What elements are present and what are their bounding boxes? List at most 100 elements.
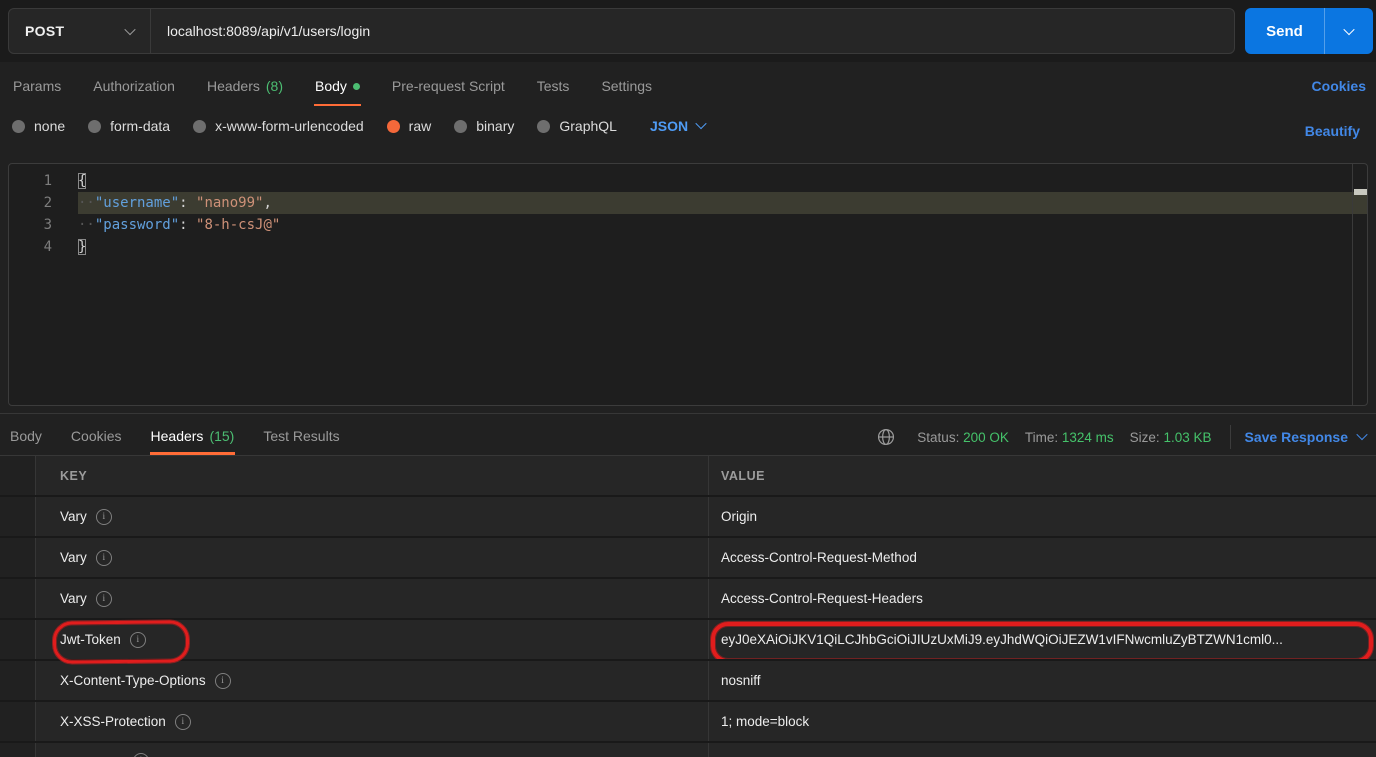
header-value-cell bbox=[709, 743, 1376, 757]
header-value-text: Access-Control-Request-Headers bbox=[721, 591, 923, 606]
info-icon[interactable]: i bbox=[96, 591, 112, 607]
tab-label: Settings bbox=[601, 78, 652, 94]
row-gutter bbox=[0, 579, 36, 618]
header-key-cell: X-Content-Type-Options i bbox=[36, 661, 709, 700]
body-mode-none[interactable]: none bbox=[12, 118, 65, 134]
chevron-down-icon bbox=[1356, 428, 1367, 439]
response-tab-cookies[interactable]: Cookies bbox=[70, 420, 123, 455]
tab-count-badge: (15) bbox=[209, 428, 234, 444]
tab-authorization[interactable]: Authorization bbox=[92, 70, 176, 106]
radio-icon bbox=[537, 120, 550, 133]
body-mode-label: raw bbox=[409, 118, 432, 134]
response-headers-table: KEY VALUE VaryiOriginVaryiAccess-Control… bbox=[0, 456, 1376, 757]
chevron-down-icon bbox=[124, 24, 135, 35]
row-gutter bbox=[0, 661, 36, 700]
code-text: ··"username": "nano99", bbox=[78, 192, 272, 214]
header-key-cell: Jwt-Tokeni bbox=[36, 620, 709, 659]
tab-count-badge: (8) bbox=[266, 78, 283, 94]
save-response-button[interactable]: Save Response bbox=[1245, 429, 1367, 445]
info-icon: i bbox=[133, 753, 149, 757]
tab-label: Body bbox=[315, 78, 347, 94]
request-url-bar: POST localhost:8089/api/v1/users/login bbox=[8, 8, 1235, 54]
header-key-cell: Varyi bbox=[36, 497, 709, 536]
body-mode-x-www-form-urlencoded[interactable]: x-www-form-urlencoded bbox=[193, 118, 364, 134]
globe-icon bbox=[877, 428, 895, 446]
editor-line-current[interactable]: 2··"username": "nano99", bbox=[9, 192, 1367, 214]
editor-scrollbar-track[interactable] bbox=[1352, 164, 1353, 405]
header-value-cell: nosniff bbox=[709, 661, 1376, 700]
body-mode-label: form-data bbox=[110, 118, 170, 134]
table-gutter bbox=[0, 456, 36, 495]
response-tab-body[interactable]: Body bbox=[9, 420, 43, 455]
line-number: 1 bbox=[9, 170, 78, 192]
info-icon[interactable]: i bbox=[175, 714, 191, 730]
info-icon[interactable]: i bbox=[215, 673, 231, 689]
send-button[interactable]: Send bbox=[1245, 8, 1373, 54]
code-text: { bbox=[78, 170, 86, 192]
tab-label: Authorization bbox=[93, 78, 175, 94]
info-icon[interactable]: i bbox=[96, 550, 112, 566]
response-tab-headers[interactable]: Headers (15) bbox=[150, 420, 236, 455]
response-tabs: Body Cookies Headers (15) Test Results bbox=[9, 420, 341, 455]
tab-label: Headers bbox=[151, 428, 204, 444]
time-pair: Time: 1324 ms bbox=[1025, 430, 1114, 445]
cookies-link[interactable]: Cookies bbox=[1312, 78, 1366, 94]
header-key-text: X-XSS-Protection bbox=[60, 714, 166, 729]
line-number: 3 bbox=[9, 214, 78, 236]
tab-label: Body bbox=[10, 428, 42, 444]
body-mode-graphql[interactable]: GraphQL bbox=[537, 118, 617, 134]
language-selector[interactable]: JSON bbox=[650, 118, 705, 134]
body-mode-binary[interactable]: binary bbox=[454, 118, 514, 134]
request-tabs: Params Authorization Headers(8) Body Pre-req… bbox=[12, 70, 653, 106]
header-key-cell: Varyi bbox=[36, 579, 709, 618]
body-mode-label: binary bbox=[476, 118, 514, 134]
response-tab-test-results[interactable]: Test Results bbox=[262, 420, 340, 455]
header-key-cell: i bbox=[36, 743, 709, 757]
unsaved-changes-dot-icon bbox=[353, 83, 360, 90]
tab-tests[interactable]: Tests bbox=[536, 70, 571, 106]
header-value-cell: Origin bbox=[709, 497, 1376, 536]
info-icon[interactable]: i bbox=[96, 509, 112, 525]
header-key-text: X-Content-Type-Options bbox=[60, 673, 206, 688]
body-mode-raw[interactable]: raw bbox=[387, 118, 432, 134]
editor-line[interactable]: 3··"password": "8-h-csJ@" bbox=[9, 214, 1367, 236]
save-response-label: Save Response bbox=[1245, 429, 1349, 445]
status-value: 200 OK bbox=[963, 430, 1009, 445]
header-value-text: 1; mode=block bbox=[721, 714, 809, 729]
tab-settings[interactable]: Settings bbox=[600, 70, 653, 106]
header-value-text: eyJ0eXAiOiJKV1QiLCJhbGciOiJIUzUxMiJ9.eyJ… bbox=[721, 632, 1283, 647]
row-gutter bbox=[0, 538, 36, 577]
chevron-down-icon bbox=[695, 117, 706, 128]
tab-pre-request-script[interactable]: Pre-request Script bbox=[391, 70, 506, 106]
editor-line[interactable]: 4} bbox=[9, 236, 1367, 258]
radio-icon bbox=[88, 120, 101, 133]
body-mode-form-data[interactable]: form-data bbox=[88, 118, 170, 134]
code-text: ··"password": "8-h-csJ@" bbox=[78, 214, 280, 236]
editor-line[interactable]: 1{ bbox=[9, 170, 1367, 192]
line-number: 4 bbox=[9, 236, 78, 258]
send-options-button[interactable] bbox=[1325, 27, 1373, 35]
time-value: 1324 ms bbox=[1062, 430, 1114, 445]
editor-scrollbar-thumb[interactable] bbox=[1354, 189, 1367, 195]
body-editor[interactable]: 1{2··"username": "nano99",3··"password":… bbox=[8, 163, 1368, 406]
response-meta: Status: 200 OK Time: 1324 ms Size: 1.03 … bbox=[877, 421, 1366, 453]
body-mode-options: none form-data x-www-form-urlencoded raw bin… bbox=[12, 118, 705, 134]
method-selector[interactable]: POST bbox=[9, 9, 151, 53]
tab-body[interactable]: Body bbox=[314, 70, 361, 106]
beautify-link[interactable]: Beautify bbox=[1305, 123, 1360, 139]
key-column-header: KEY bbox=[36, 456, 709, 495]
row-gutter bbox=[0, 702, 36, 741]
table-header-row: KEY VALUE bbox=[0, 456, 1376, 495]
postman-window: POST localhost:8089/api/v1/users/login S… bbox=[0, 0, 1376, 757]
url-input[interactable]: localhost:8089/api/v1/users/login bbox=[151, 23, 370, 39]
table-row: i bbox=[0, 743, 1376, 757]
header-key-cell: Varyi bbox=[36, 538, 709, 577]
radio-icon bbox=[387, 120, 400, 133]
tab-label: Cookies bbox=[71, 428, 122, 444]
meta-divider bbox=[1230, 425, 1231, 449]
radio-icon bbox=[193, 120, 206, 133]
tab-label: Pre-request Script bbox=[392, 78, 505, 94]
tab-params[interactable]: Params bbox=[12, 70, 62, 106]
info-icon[interactable]: i bbox=[130, 632, 146, 648]
tab-headers[interactable]: Headers(8) bbox=[206, 70, 284, 106]
